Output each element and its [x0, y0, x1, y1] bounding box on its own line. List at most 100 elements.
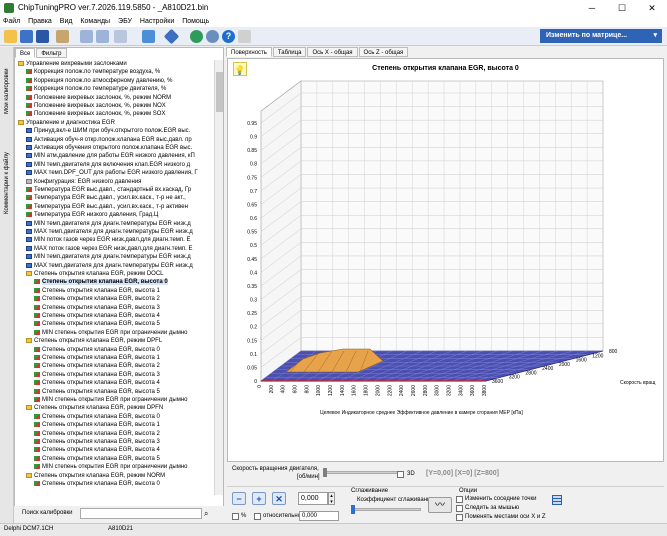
tab-my-calibrations[interactable]: Мои калибровки — [1, 51, 13, 131]
tree-item[interactable]: Коррекция полож.по температуре двигателя… — [26, 85, 214, 93]
tab-all[interactable]: Все — [15, 48, 36, 58]
tree-item[interactable]: Положение вихревых заслонок, %, режим SO… — [26, 110, 214, 118]
tree-item[interactable]: MAX поток газов через EGR низк.давл.для … — [26, 245, 214, 253]
menu-commands[interactable]: Команды — [77, 16, 113, 27]
tree-folder[interactable]: Управление вихревыми заслонками — [18, 60, 214, 68]
tree-item[interactable]: MAX темп.двигателя для диагн.температуры… — [26, 228, 214, 236]
tree-item[interactable]: Степень открытия клапана EGR, высота 1 — [34, 421, 214, 429]
tab-filter[interactable]: Фильтр — [36, 48, 67, 58]
tree-item[interactable]: Активация обучения открытого полож.клапа… — [26, 144, 214, 152]
tree-item[interactable]: Активация обуч-я откр.полож.клапана EGR … — [26, 136, 214, 144]
arrows-icon[interactable] — [142, 30, 155, 43]
checkbox-neighbors[interactable] — [456, 496, 463, 503]
tree-folder[interactable]: Степень открытия клапана EGR, режим DPFN — [26, 404, 214, 412]
tree-item[interactable]: Коррекция полож.по атмосферному давлению… — [26, 77, 214, 85]
tree-item[interactable]: Степень открытия клапана EGR, высота 0 — [34, 480, 214, 488]
grid-icon[interactable] — [552, 495, 562, 505]
tab-axis-z[interactable]: Ось Z - общая — [358, 47, 409, 57]
tree-item[interactable]: MIN поток газов через EGR низк.давл.для … — [26, 236, 214, 244]
tab-surface[interactable]: Поверхность — [226, 47, 272, 57]
tree-item[interactable]: MIN темп.двигателя для диагн.температуры… — [26, 253, 214, 261]
open-folder-icon[interactable] — [4, 30, 17, 43]
lightbulb-icon[interactable]: 💡 — [233, 62, 247, 76]
checkbox-percent[interactable] — [232, 513, 239, 520]
tree-item[interactable]: Степень открытия клапана EGR, высота 2 — [34, 362, 214, 370]
more-icon[interactable] — [238, 30, 251, 43]
close-button[interactable]: ✕ — [637, 0, 667, 16]
rpm-slider[interactable] — [323, 471, 399, 474]
smoothing-slider-thumb[interactable] — [351, 505, 355, 514]
rpm-slider-thumb[interactable] — [323, 468, 327, 477]
increase-button[interactable]: + — [252, 492, 266, 505]
copy-icon[interactable] — [80, 30, 93, 43]
tree-item[interactable]: Степень открытия клапана EGR, высота 2 — [34, 295, 214, 303]
tree-item[interactable]: Степень открытия клапана EGR, высота 5 — [34, 455, 214, 463]
menu-file[interactable]: Файл — [0, 16, 23, 27]
tree-item[interactable]: Температура EGR выс.давл., стандартный в… — [26, 186, 214, 194]
tree-item[interactable]: Коррекция полож.по температуре воздуха, … — [26, 68, 214, 76]
tab-file-comments[interactable]: Комментарии к файлу — [1, 139, 13, 227]
maximize-button[interactable]: ☐ — [607, 0, 637, 16]
cut-icon[interactable] — [114, 30, 127, 43]
paste-icon[interactable] — [96, 30, 109, 43]
tree-item[interactable]: MIN степень открытия EGR при ограничении… — [34, 396, 214, 404]
smooth-apply-button[interactable]: 〰 — [428, 497, 452, 513]
tree-item[interactable]: Степень открытия клапана EGR, высота 4 — [34, 312, 214, 320]
tree-item[interactable]: Степень открытия клапана EGR, высота 4 — [34, 446, 214, 454]
tree-folder[interactable]: Управление и диагностика EGR — [18, 119, 214, 127]
menu-settings[interactable]: Настройки — [137, 16, 177, 27]
search-icon[interactable]: ⌕ — [204, 509, 208, 519]
value-spinner[interactable]: ▴ ▾ — [328, 492, 335, 505]
tree-item[interactable]: Степень открытия клапана EGR, высота 3 — [34, 371, 214, 379]
multiply-button[interactable]: ✕ — [272, 492, 286, 505]
tree-item[interactable]: Степень открытия клапана EGR, высота 4 — [34, 379, 214, 387]
menu-help[interactable]: Помощь — [179, 16, 212, 27]
save-icon[interactable] — [20, 30, 33, 43]
tree-folder[interactable]: Степень открытия клапана EGR, режим NORM — [26, 472, 214, 480]
tree-item[interactable]: Степень открытия клапана EGR, высота 5 — [34, 388, 214, 396]
tree-item[interactable]: Степень открытия клапана EGR, высота 0 — [34, 413, 214, 421]
tree-item[interactable]: Температура EGR низкого давления, Град.Ц — [26, 211, 214, 219]
tree-item[interactable]: Степень открытия клапана EGR, высота 1 — [34, 287, 214, 295]
checkbox-swap-axes[interactable] — [456, 514, 463, 521]
menu-edit[interactable]: Правка — [25, 16, 55, 27]
minimize-button[interactable]: ─ — [577, 0, 607, 16]
checkbox-3d[interactable] — [397, 471, 404, 478]
tree-item[interactable]: Конфигурация: EGR низкого давления — [26, 178, 214, 186]
tab-table[interactable]: Таблица — [272, 47, 307, 57]
menu-view[interactable]: Вид — [57, 16, 76, 27]
diamond-icon[interactable] — [163, 28, 180, 45]
menu-ecu[interactable]: ЭБУ — [115, 16, 135, 27]
tree-item[interactable]: Температура EGR выс.давл., усил.вх.каск.… — [26, 203, 214, 211]
search-online-icon[interactable] — [206, 30, 219, 43]
tree-item[interactable]: Степень открытия клапана EGR, высота 3 — [34, 438, 214, 446]
tree-item[interactable]: Положение вихревых заслонок, %, режим NO… — [26, 102, 214, 110]
scroll-thumb[interactable] — [216, 72, 223, 112]
tree-item[interactable]: Степень открытия клапана EGR, высота 2 — [34, 430, 214, 438]
tree-item[interactable]: MIN темп.двигателя для включения клап.EG… — [26, 161, 214, 169]
tree-item[interactable]: MAX темп.двигателя для диагн.температуры… — [26, 262, 214, 270]
tree-item[interactable]: Принуд.вкл-е ШИМ при обуч.открытого поло… — [26, 127, 214, 135]
checkbox-relative[interactable] — [254, 513, 261, 520]
tree-scrollbar[interactable] — [214, 60, 223, 495]
surface-plot-area[interactable]: 0 0.05 0.1 0.15 0.2 0.25 0.3 0.35 0.4 0.45 0.5 0.55… — [227, 58, 664, 462]
tree-item[interactable]: Степень открытия клапана EGR, высота 0 — [34, 346, 214, 354]
tree-item[interactable]: MIN степень открытия EGR при ограничении… — [34, 463, 214, 471]
search-input[interactable] — [80, 508, 202, 519]
connect-icon[interactable] — [190, 30, 203, 43]
tree-item[interactable]: MIN степень открытия EGR при ограничении… — [34, 329, 214, 337]
tree-item[interactable]: MIN атм.давление для работы EGR низкого … — [26, 152, 214, 160]
smoothing-slider[interactable] — [351, 508, 421, 511]
matrix-dropdown[interactable]: Изменить по матрице... ▾ — [540, 29, 662, 43]
print-icon[interactable] — [56, 30, 69, 43]
tree-item[interactable]: Температура EGR выс.давл., усил.вх.каск.… — [26, 194, 214, 202]
tree-item[interactable]: MAX темп.DPF_OUT для работы EGR низкого … — [26, 169, 214, 177]
save-as-icon[interactable] — [36, 30, 49, 43]
checkbox-follow-mouse[interactable] — [456, 505, 463, 512]
tree-item[interactable]: MIN темп.двигателя для диагн.температуры… — [26, 220, 214, 228]
tree-folder[interactable]: Степень открытия клапана EGR, режим DPFL — [26, 337, 214, 345]
relative-value-input[interactable]: 0,000 — [299, 511, 339, 521]
tree-item[interactable]: Положение вихревых заслонок, %, режим NO… — [26, 94, 214, 102]
tab-axis-x[interactable]: Ось X - общая — [307, 47, 358, 57]
tree-item[interactable]: Степень открытия клапана EGR, высота 3 — [34, 304, 214, 312]
